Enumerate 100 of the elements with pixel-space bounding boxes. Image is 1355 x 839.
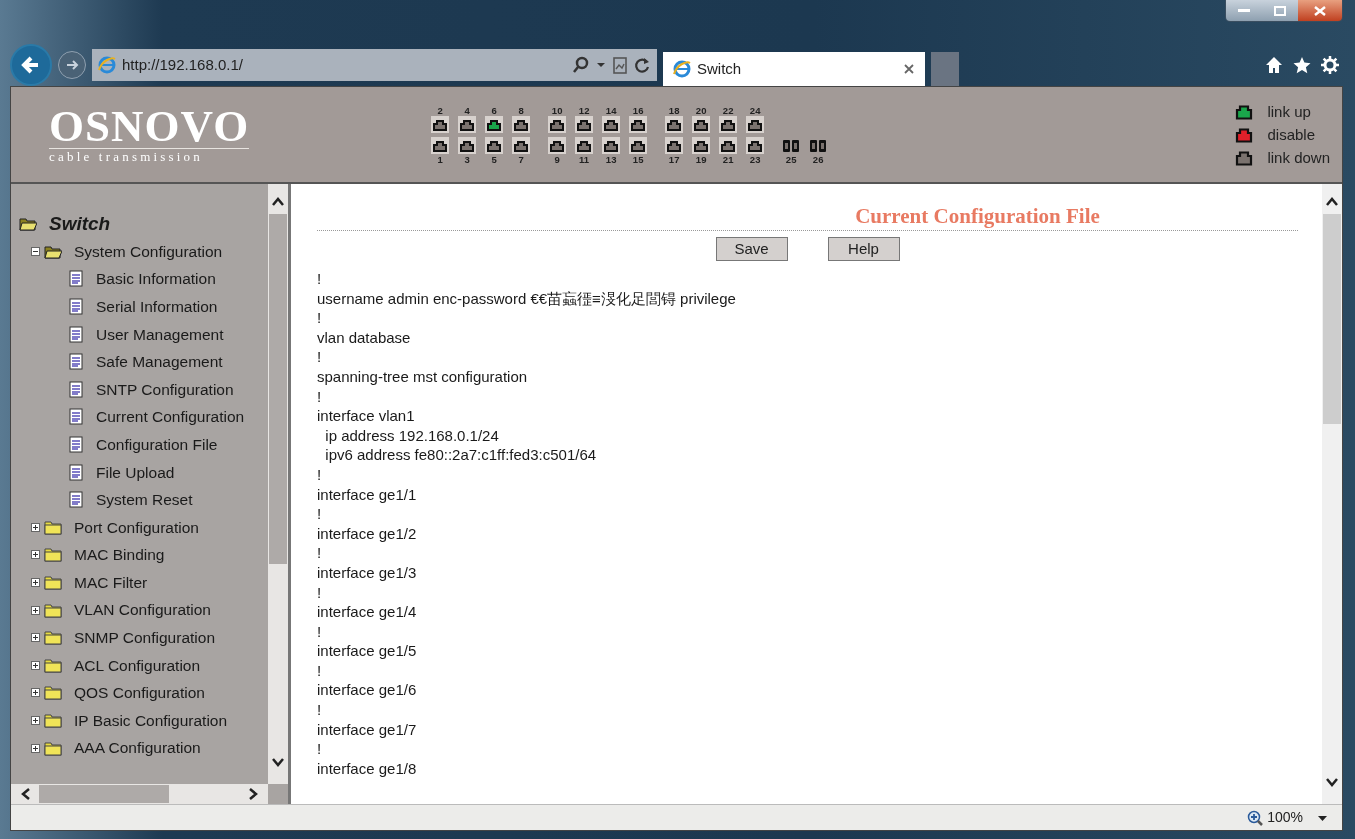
config-line: username admin enc-password €€苗蝱徰≡渂化足閭锝 privilege <box>317 288 737 309</box>
dropdown-caret-icon[interactable] <box>596 60 606 70</box>
zoom-icon[interactable] <box>1247 809 1264 826</box>
expand-icon[interactable] <box>31 633 40 643</box>
port-number: 21 <box>722 153 734 165</box>
horizontal-scrollbar[interactable] <box>11 784 268 804</box>
legend-label: link up <box>1267 101 1311 122</box>
config-line: interface ge1/2 <box>317 523 418 544</box>
config-line: ! <box>317 269 323 289</box>
refresh-icon[interactable] <box>634 56 651 74</box>
tree-item[interactable]: File Upload <box>96 460 175 484</box>
save-button[interactable]: Save <box>715 237 788 261</box>
port-number: 20 <box>695 104 707 116</box>
config-line: spanning-tree mst configuration <box>317 366 529 387</box>
config-line: interface ge1/6 <box>317 680 418 701</box>
expand-icon[interactable] <box>31 522 40 532</box>
tree-item[interactable]: Basic Information <box>96 267 216 291</box>
config-line: ! <box>317 621 323 642</box>
legend-label: link down <box>1267 147 1330 168</box>
tree-item[interactable]: Serial Information <box>96 294 218 319</box>
folder-icon <box>44 712 62 729</box>
config-line: ! <box>317 347 323 367</box>
folder-icon <box>44 546 62 564</box>
config-line: interface ge1/8 <box>317 758 418 779</box>
tree-item[interactable]: System Reset <box>96 488 193 512</box>
port-number: 26 <box>812 153 824 165</box>
port-number: 23 <box>749 153 761 165</box>
page-icon <box>68 436 84 454</box>
folder-icon <box>44 574 62 591</box>
config-line: interface vlan1 <box>317 406 416 426</box>
tree-item[interactable]: ACL Configuration <box>74 653 201 677</box>
expand-icon[interactable] <box>31 660 40 670</box>
tree-item[interactable]: Configuration File <box>96 432 218 457</box>
page-icon <box>68 380 84 398</box>
expand-icon[interactable] <box>31 743 40 753</box>
page-icon <box>68 463 84 481</box>
config-line: interface ge1/1 <box>317 484 418 505</box>
address-bar[interactable]: http://192.168.0.1/ <box>92 49 657 81</box>
settings-icon[interactable] <box>1321 56 1339 74</box>
port-number: 10 <box>551 104 563 116</box>
port-number: 24 <box>749 104 761 116</box>
port-number: 15 <box>632 153 644 165</box>
home-icon[interactable] <box>1265 56 1283 74</box>
tree-item[interactable]: VLAN Configuration <box>74 598 211 622</box>
tree-item[interactable]: Switch <box>49 209 111 239</box>
expand-icon[interactable] <box>31 605 40 615</box>
expand-icon[interactable] <box>31 688 40 698</box>
port-number: 25 <box>785 153 797 165</box>
port-number: 12 <box>578 104 590 116</box>
tree-item[interactable]: IP Basic Configuration <box>74 708 228 733</box>
port-number: 5 <box>491 153 497 165</box>
port-number: 14 <box>605 104 617 116</box>
folder-icon <box>44 739 62 757</box>
browser-page-icon <box>673 60 691 78</box>
port-number: 18 <box>668 104 680 116</box>
zoom-level[interactable]: 100% <box>1267 807 1303 828</box>
vertical-scrollbar[interactable] <box>1322 184 1342 804</box>
vertical-scrollbar[interactable] <box>268 184 288 784</box>
tree-item[interactable]: SNTP Configuration <box>96 377 234 401</box>
maximize-button[interactable] <box>1262 0 1298 21</box>
help-button[interactable]: Help <box>827 237 900 261</box>
config-line: interface ge1/4 <box>317 602 418 622</box>
config-line: ! <box>317 700 323 720</box>
browser-tab[interactable]: Switch <box>663 52 925 86</box>
search-icon[interactable] <box>572 56 590 74</box>
config-line: ipv6 address fe80::2a7:c1ff:fed3:c501/64 <box>324 445 598 465</box>
folder-icon <box>44 601 62 619</box>
dropdown-caret-icon[interactable] <box>1317 813 1328 822</box>
tree-item[interactable]: AAA Configuration <box>74 736 201 760</box>
close-icon[interactable] <box>903 63 915 75</box>
config-line: interface ge1/3 <box>317 562 418 583</box>
tree-item[interactable]: MAC Binding <box>74 543 165 567</box>
close-button[interactable] <box>1298 0 1342 21</box>
port-number: 1 <box>437 153 443 165</box>
tree-item[interactable]: Port Configuration <box>74 515 199 539</box>
expand-icon[interactable] <box>31 550 40 560</box>
config-line: ! <box>317 739 323 759</box>
tree-item[interactable]: System Configuration <box>74 239 223 263</box>
minimize-button[interactable] <box>1226 0 1262 21</box>
expand-icon[interactable] <box>31 578 40 587</box>
tree-item[interactable]: Safe Management <box>96 350 223 374</box>
collapse-icon[interactable] <box>31 246 40 256</box>
page-icon <box>68 353 84 371</box>
tree-item[interactable]: MAC Filter <box>74 570 148 595</box>
port-number: 17 <box>668 153 680 165</box>
page-icon <box>68 325 84 343</box>
tree-item[interactable]: QOS Configuration <box>74 681 205 705</box>
tree-item[interactable]: SNMP Configuration <box>74 626 215 650</box>
forward-button[interactable] <box>58 51 86 79</box>
folder-icon <box>44 629 62 647</box>
star-icon[interactable] <box>1293 56 1311 74</box>
tree-item[interactable]: Current Configuration <box>96 405 245 429</box>
page-icon <box>68 270 84 288</box>
expand-icon[interactable] <box>31 716 40 725</box>
port-number: 7 <box>518 153 524 165</box>
config-line: ! <box>317 504 323 524</box>
config-line: ! <box>317 582 323 603</box>
back-button[interactable] <box>10 44 52 86</box>
config-line: interface ge1/5 <box>317 641 418 661</box>
tree-item[interactable]: User Management <box>96 322 224 346</box>
